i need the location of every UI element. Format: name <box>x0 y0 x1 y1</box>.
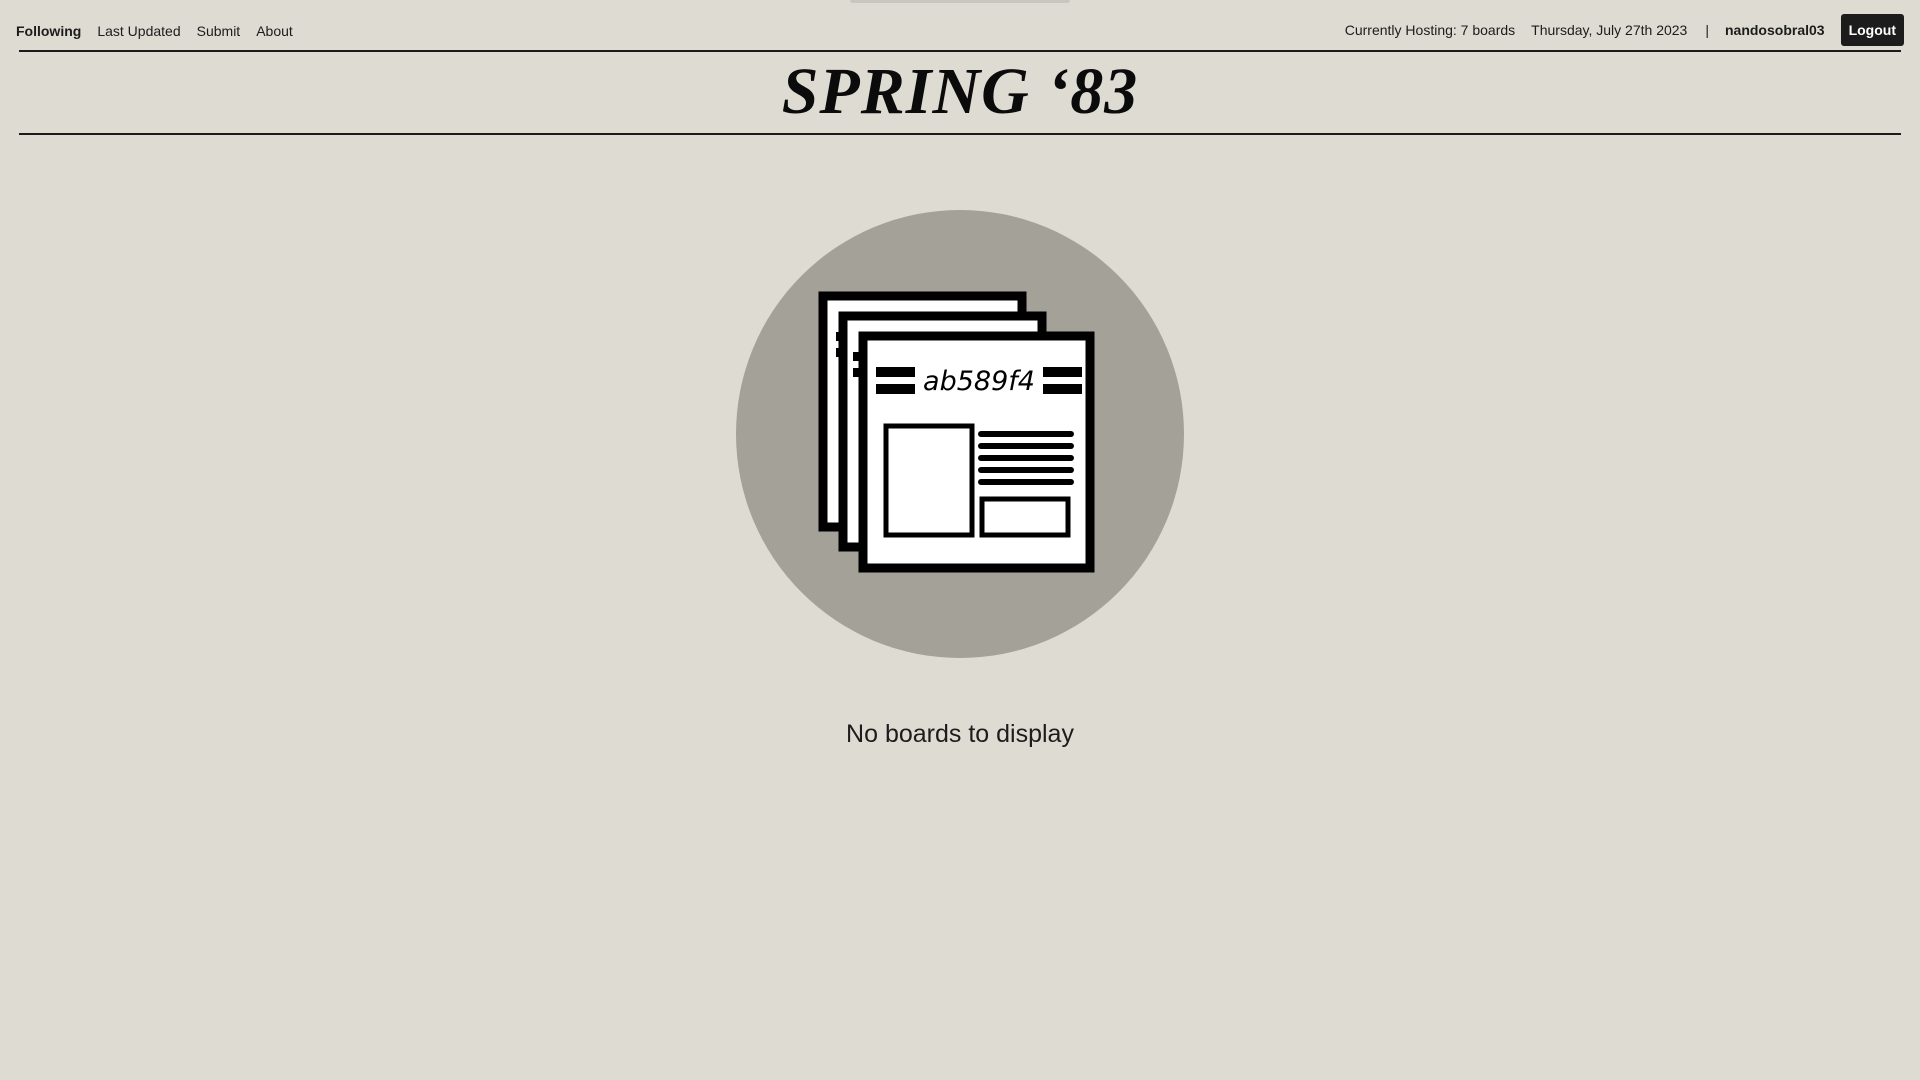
nav-about[interactable]: About <box>256 23 293 39</box>
username: nandosobral03 <box>1724 22 1825 38</box>
header-rule-bottom <box>19 133 1901 135</box>
main-nav: Following Last Updated Submit About <box>16 23 293 39</box>
top-bar: Following Last Updated Submit About Curr… <box>0 0 1920 50</box>
page-title: SPRING ‘83 <box>781 55 1139 128</box>
nav-last-updated[interactable]: Last Updated <box>97 23 180 39</box>
hosting-count: Currently Hosting: 7 boards <box>1344 22 1516 38</box>
logout-button[interactable]: Logout <box>1840 14 1904 46</box>
empty-state-message: No boards to display <box>846 720 1074 748</box>
newspaper-stack-icon: ab589f4 <box>736 210 1184 658</box>
nav-submit[interactable]: Submit <box>197 23 241 39</box>
separator: | <box>1705 22 1709 38</box>
board-key: ab589f4 <box>923 366 1035 397</box>
status-area: Currently Hosting: 7 boards Thursday, Ju… <box>1345 14 1904 46</box>
current-date: Thursday, July 27th 2023 <box>1531 22 1688 38</box>
nav-following[interactable]: Following <box>16 23 81 39</box>
top-edge-indicator <box>850 0 1070 3</box>
